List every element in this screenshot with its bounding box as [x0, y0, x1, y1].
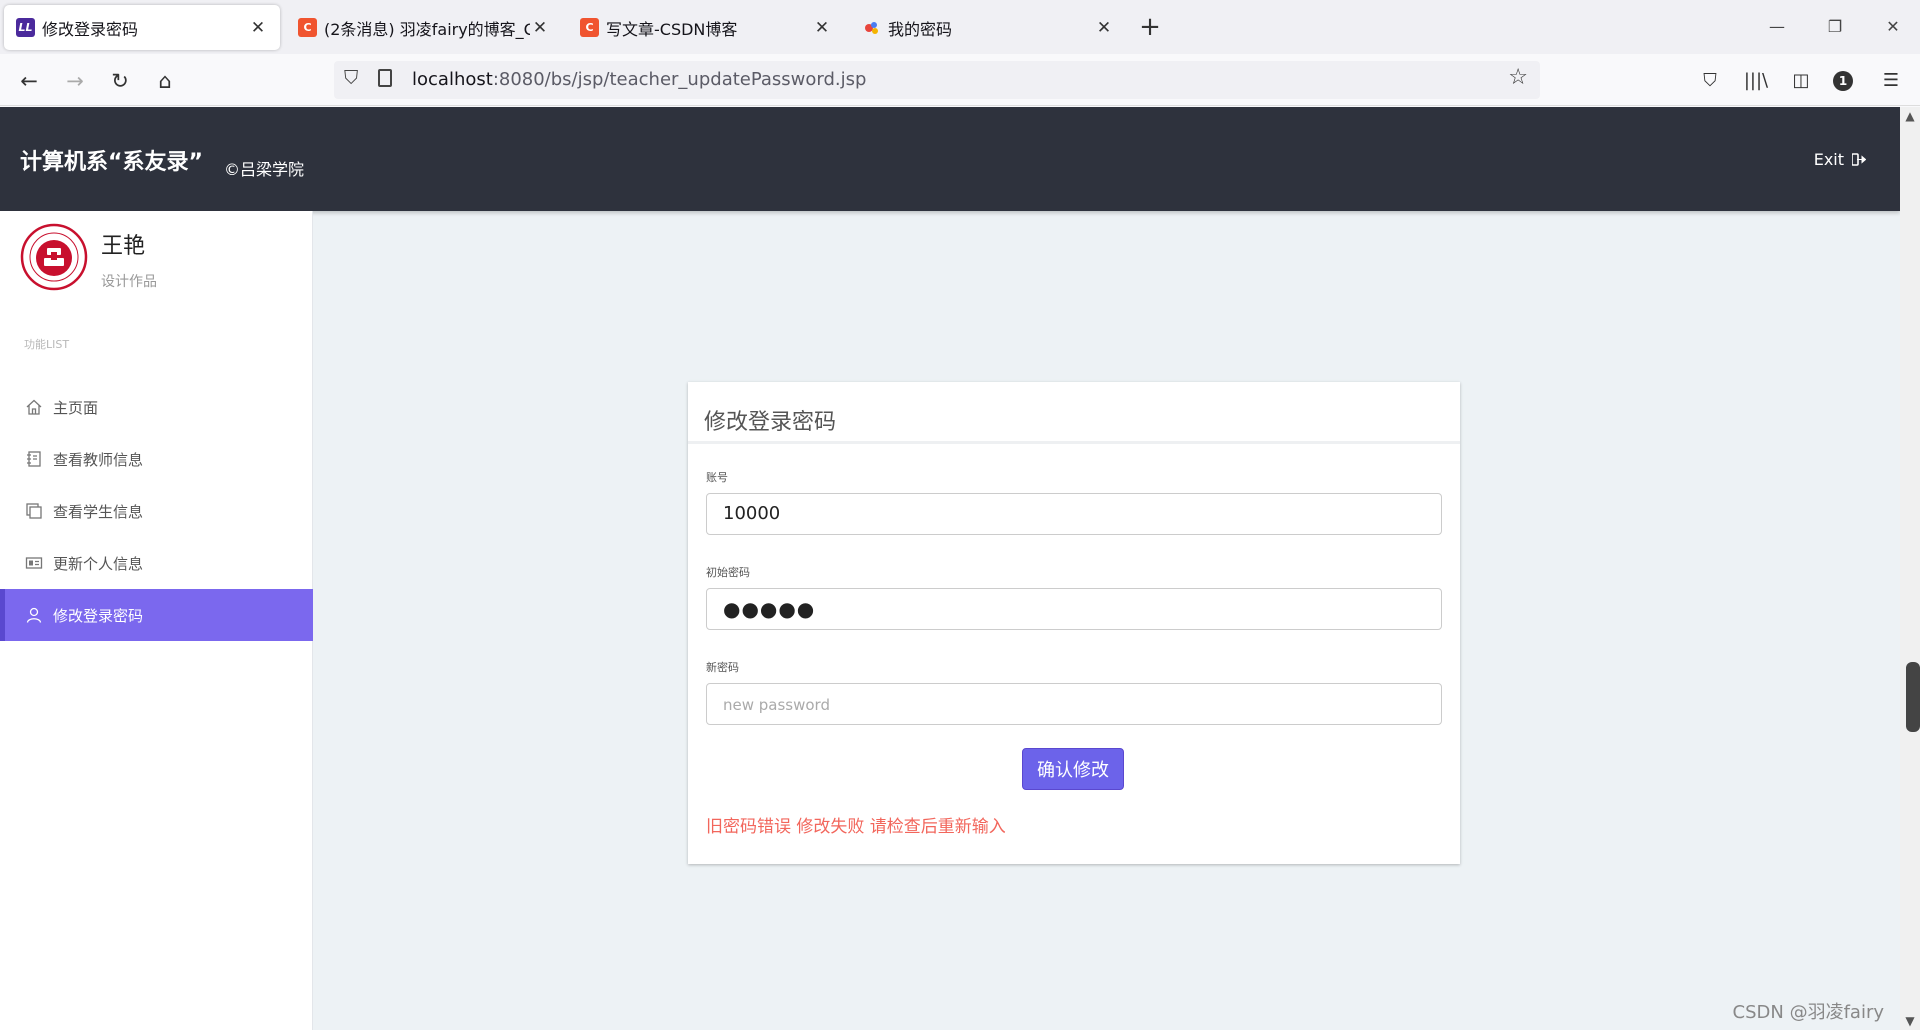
error-message: 旧密码错误 修改失败 请检查后重新输入: [706, 817, 1006, 837]
user-name: 王艳: [101, 234, 146, 259]
sidebar-item-change-password[interactable]: 修改登录密码: [0, 589, 313, 641]
url-host: localhost: [412, 69, 493, 90]
tab-label: 写文章-CSDN博客: [606, 19, 738, 39]
home-icon[interactable]: ⌂: [150, 66, 180, 96]
card-title: 修改登录密码: [688, 382, 1460, 444]
window-close-icon[interactable]: ✕: [1878, 12, 1908, 42]
address-bar[interactable]: ⛉ localhost:8080/bs/jsp/teacher_updatePa…: [334, 61, 1540, 99]
sidebar-item-label: 主页面: [53, 398, 99, 417]
library-icon[interactable]: |||\: [1741, 66, 1771, 96]
ll-logo-icon: LL: [16, 18, 35, 37]
exit-button[interactable]: Exit: [1814, 150, 1866, 169]
menu-section-title: 功能LIST: [24, 338, 70, 351]
browser-tab-update-password[interactable]: LL 修改登录密码 ✕: [4, 5, 280, 50]
user-role: 设计作品: [101, 274, 157, 290]
bookmark-star-icon[interactable]: ☆: [1508, 65, 1528, 90]
pocket-icon[interactable]: ⛉: [1695, 66, 1725, 96]
back-arrow-icon[interactable]: ←: [14, 66, 44, 96]
tab-label: 修改登录密码: [42, 19, 139, 39]
csdn-watermark: CSDN @羽凌fairy: [1732, 1002, 1884, 1023]
site-brand[interactable]: 计算机系“系友录”: [20, 144, 203, 176]
new-password-label: 新密码: [706, 661, 739, 674]
restore-icon[interactable]: ❐: [1820, 12, 1850, 42]
close-icon[interactable]: ✕: [1094, 18, 1114, 38]
sidebar-toggle-icon[interactable]: ◫: [1786, 66, 1816, 96]
page-viewport: 计算机系“系友录” ©吕梁学院 Exit 王艳 设计作品 功能LIST 主页面 …: [0, 107, 1900, 1030]
page-scrollbar[interactable]: ▲ ▼: [1900, 107, 1920, 1030]
browser-tab-strip: LL 修改登录密码 ✕ C (2条消息) 羽凌fairy的博客_CSD ✕ C …: [0, 0, 1920, 54]
old-password-input[interactable]: ●●●●●: [706, 588, 1442, 630]
close-icon[interactable]: ✕: [530, 18, 550, 38]
sidebar-item-label: 更新个人信息: [53, 554, 144, 573]
page-icon: [378, 69, 392, 87]
sidebar-item-label: 查看教师信息: [53, 450, 144, 469]
change-password-card: 修改登录密码 账号 10000 初始密码 ●●●●● 新密码 确认修改 旧密码错…: [688, 382, 1460, 864]
id-card-icon: [24, 553, 44, 573]
notebook-icon: [24, 449, 44, 469]
sign-out-icon: [1852, 153, 1866, 166]
browser-nav-bar: ← → ↻ ⌂ ⛉ localhost:8080/bs/jsp/teacher_…: [0, 54, 1920, 106]
url-path: :8080/bs/jsp/teacher_updatePassword.jsp: [492, 69, 867, 90]
menu-hamburger-icon[interactable]: ☰: [1876, 66, 1906, 96]
csdn-c-icon: C: [298, 18, 317, 37]
forward-arrow-icon[interactable]: →: [60, 66, 90, 96]
sidebar-item-update-profile[interactable]: 更新个人信息: [0, 537, 313, 589]
browser-tab-csdn-blog[interactable]: C (2条消息) 羽凌fairy的博客_CSD ✕: [286, 5, 562, 50]
sidebar-item-student-info[interactable]: 查看学生信息: [0, 485, 313, 537]
shield-icon[interactable]: ⛉: [344, 67, 358, 89]
tab-label: (2条消息) 羽凌fairy的博客_CSD: [324, 19, 530, 39]
user-icon: [24, 605, 44, 625]
close-icon[interactable]: ✕: [248, 18, 268, 38]
new-password-input[interactable]: [706, 683, 1442, 725]
sidebar: 王艳 设计作品 功能LIST 主页面 查看教师信息 查看学生信息 更新个人信息 …: [0, 211, 313, 1030]
home-icon: [24, 397, 44, 417]
university-seal-logo: [20, 223, 88, 291]
old-password-label: 初始密码: [706, 566, 750, 579]
sidebar-item-label: 查看学生信息: [53, 502, 144, 521]
sidebar-item-teacher-info[interactable]: 查看教师信息: [0, 433, 313, 485]
browser-tab-my-password[interactable]: 我的密码 ✕: [850, 5, 1126, 50]
close-icon[interactable]: ✕: [812, 18, 832, 38]
sidebar-item-label: 修改登录密码: [53, 606, 144, 625]
key-icon: [862, 18, 881, 37]
site-header: 计算机系“系友录” ©吕梁学院 Exit: [0, 107, 1900, 211]
minimize-icon[interactable]: —: [1762, 12, 1792, 42]
copy-icon: [24, 501, 44, 521]
csdn-c-icon: C: [580, 18, 599, 37]
url-text[interactable]: localhost:8080/bs/jsp/teacher_updatePass…: [412, 69, 866, 90]
sidebar-item-home[interactable]: 主页面: [0, 381, 313, 433]
reload-icon[interactable]: ↻: [105, 66, 135, 96]
site-subtitle: ©吕梁学院: [224, 160, 305, 179]
account-label: 账号: [706, 471, 728, 484]
new-tab-plus-icon[interactable]: +: [1138, 12, 1162, 42]
exit-label: Exit: [1813, 150, 1844, 169]
account-input[interactable]: 10000: [706, 493, 1442, 535]
scroll-up-icon[interactable]: ▲: [1900, 109, 1920, 123]
scroll-down-icon[interactable]: ▼: [1900, 1014, 1920, 1028]
scrollbar-thumb[interactable]: [1906, 662, 1920, 732]
account-badge[interactable]: 1: [1833, 71, 1853, 91]
browser-tab-csdn-write[interactable]: C 写文章-CSDN博客 ✕: [568, 5, 844, 50]
confirm-change-button[interactable]: 确认修改: [1022, 748, 1124, 790]
tab-label: 我的密码: [888, 19, 953, 39]
